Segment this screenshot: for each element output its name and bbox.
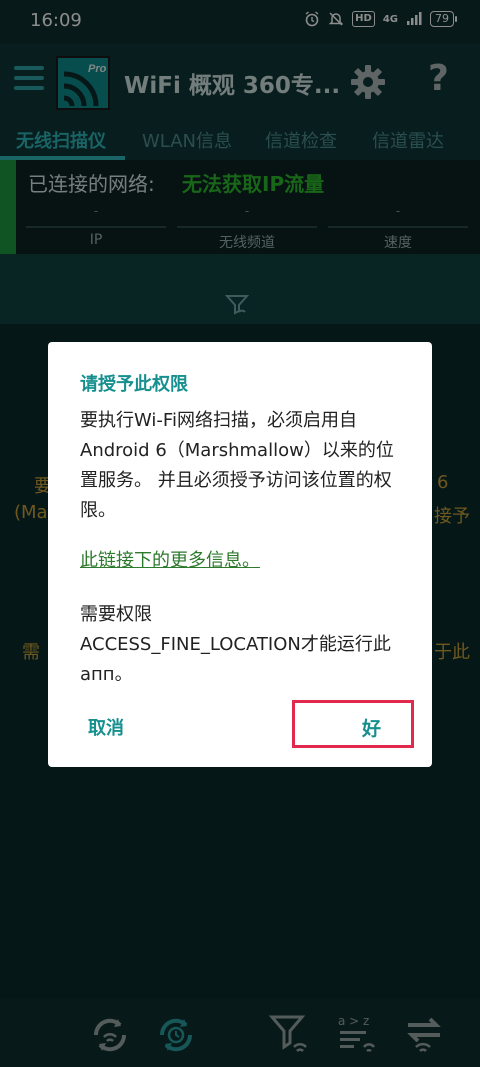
ok-button-label: 好	[361, 718, 381, 740]
dialog-title: 请授予此权限	[80, 374, 188, 395]
cancel-button[interactable]: 取消	[88, 714, 124, 740]
requirement-line-2: ACCESS_FINE_LOCATION才能运行此апп。	[80, 634, 391, 685]
dialog-message: 要执行Wi-Fi网络扫描，必须启用自Android 6（Marshmallow）…	[80, 410, 394, 521]
ok-button[interactable]: 好	[292, 700, 414, 748]
requirement-line-1: 需要权限	[80, 604, 152, 625]
more-info-link[interactable]: 此链接下的更多信息。	[80, 546, 260, 572]
permission-dialog: 请授予此权限 要执行Wi-Fi网络扫描，必须启用自Android 6（Marsh…	[48, 342, 432, 767]
dialog-requirement: 需要权限 ACCESS_FINE_LOCATION才能运行此апп。	[80, 600, 420, 690]
